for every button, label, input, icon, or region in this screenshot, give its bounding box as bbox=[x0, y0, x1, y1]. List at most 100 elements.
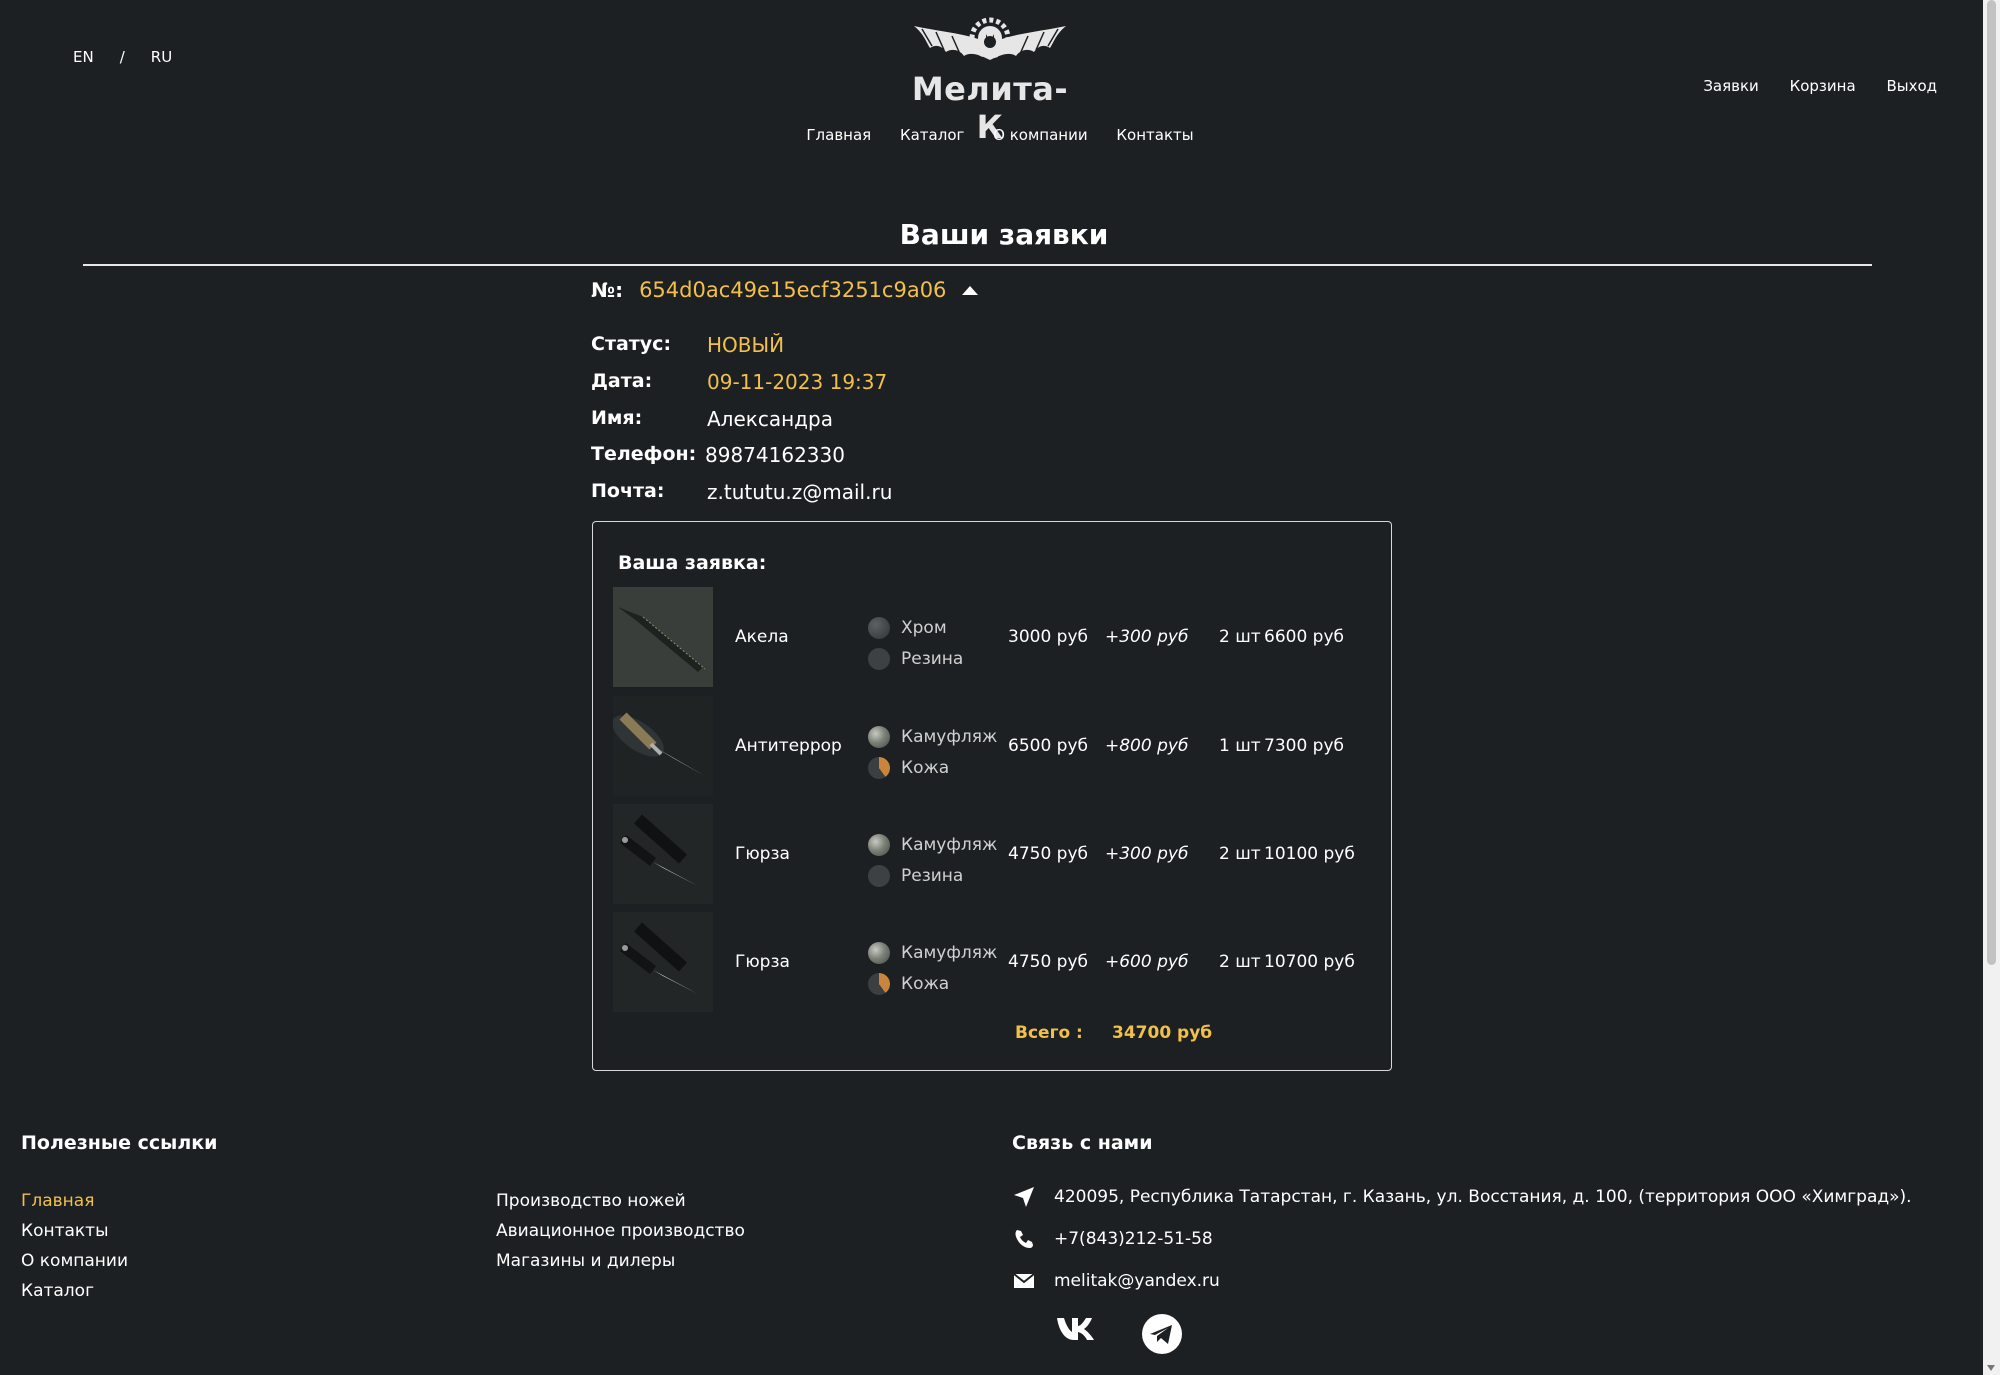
item-extra: +600 руб bbox=[1105, 952, 1189, 972]
name-label: Имя: bbox=[591, 407, 643, 429]
nav-cart[interactable]: Корзина bbox=[1790, 77, 1856, 95]
contact-email: melitak@yandex.ru bbox=[1012, 1269, 1220, 1293]
item-qty: 2 шт bbox=[1219, 627, 1261, 647]
lang-en-link[interactable]: EN bbox=[73, 48, 94, 66]
vk-icon[interactable] bbox=[1055, 1312, 1101, 1350]
footer-links-col2: Производство ножей Авиационное производс… bbox=[496, 1186, 745, 1276]
footer-links-title: Полезные ссылки bbox=[21, 1132, 218, 1154]
camo-swatch-icon bbox=[868, 833, 890, 856]
option-blade: Камуфляж bbox=[868, 829, 997, 860]
item-price: 3000 руб bbox=[1008, 627, 1089, 647]
option-label: Камуфляж bbox=[901, 942, 998, 963]
nav-logout[interactable]: Выход bbox=[1886, 77, 1937, 95]
footer-link-contacts[interactable]: Контакты bbox=[21, 1216, 128, 1246]
item-options: Камуфляж Кожа bbox=[868, 937, 997, 999]
item-price: 4750 руб bbox=[1008, 844, 1089, 864]
nav-home[interactable]: Главная bbox=[806, 126, 871, 144]
title-divider bbox=[83, 264, 1872, 266]
order-item: Гюрза Камуфляж Кожа 4750 руб +600 руб 2 … bbox=[613, 912, 1383, 1012]
chevron-up-icon[interactable] bbox=[962, 285, 979, 295]
item-sum: 10100 руб bbox=[1264, 844, 1355, 864]
product-image[interactable] bbox=[613, 587, 713, 687]
option-label: Камуфляж bbox=[901, 726, 998, 747]
email-value: z.tututu.z@mail.ru bbox=[707, 480, 893, 504]
order-item: Антитеррор Камуфляж Кожа 6500 руб +800 р… bbox=[613, 696, 1383, 796]
leather-swatch-icon bbox=[868, 972, 890, 995]
option-label: Резина bbox=[901, 648, 964, 669]
option-blade: Хром bbox=[868, 612, 963, 643]
product-image[interactable] bbox=[613, 804, 713, 904]
option-handle: Резина bbox=[868, 860, 997, 891]
status-value: НОВЫЙ bbox=[707, 333, 785, 357]
language-switcher: EN / RU bbox=[73, 48, 172, 66]
product-image[interactable] bbox=[613, 912, 713, 1012]
telegram-icon[interactable] bbox=[1141, 1313, 1183, 1359]
product-image[interactable] bbox=[613, 696, 713, 796]
camo-swatch-icon bbox=[868, 941, 890, 964]
total-value: 34700 руб bbox=[1112, 1023, 1213, 1043]
order-item: Гюрза Камуфляж Резина 4750 руб +300 руб … bbox=[613, 804, 1383, 904]
phone-label: Телефон: bbox=[591, 443, 697, 465]
option-label: Резина bbox=[901, 865, 964, 886]
item-extra: +800 руб bbox=[1105, 736, 1189, 756]
item-name: Гюрза bbox=[735, 952, 790, 972]
item-name: Антитеррор bbox=[735, 736, 842, 756]
site-logo[interactable]: Мелита-К bbox=[905, 14, 1075, 146]
nav-contacts[interactable]: Контакты bbox=[1116, 126, 1193, 144]
footer-link-knives[interactable]: Производство ножей bbox=[496, 1186, 745, 1216]
scroll-down-icon[interactable] bbox=[1987, 1365, 1995, 1371]
order-item: Акела Хром Резина 3000 руб +300 руб 2 шт… bbox=[613, 587, 1383, 687]
page-scrollbar[interactable] bbox=[1983, 0, 2000, 1375]
footer-contact-title: Связь с нами bbox=[1012, 1132, 1153, 1154]
contact-phone: +7(843)212-51-58 bbox=[1012, 1227, 1213, 1251]
phone-value: 89874162330 bbox=[705, 443, 845, 467]
order-number-toggle[interactable]: №: 654d0ac49e15ecf3251c9a06 bbox=[591, 278, 979, 302]
item-qty: 2 шт bbox=[1219, 952, 1261, 972]
nav-catalog[interactable]: Каталог bbox=[900, 126, 964, 144]
item-sum: 7300 руб bbox=[1264, 736, 1345, 756]
footer-link-about[interactable]: О компании bbox=[21, 1246, 128, 1276]
lang-separator: / bbox=[119, 48, 125, 66]
scrollbar-thumb[interactable] bbox=[1987, 0, 1996, 965]
nav-about[interactable]: О компании bbox=[993, 126, 1087, 144]
name-value: Александра bbox=[707, 407, 833, 431]
item-options: Хром Резина bbox=[868, 612, 963, 674]
user-nav: Заявки Корзина Выход bbox=[1677, 77, 1937, 95]
camo-swatch-icon bbox=[868, 725, 890, 748]
contact-address: 420095, Республика Татарстан, г. Казань,… bbox=[1012, 1185, 1912, 1209]
option-handle: Резина bbox=[868, 643, 963, 674]
footer-link-catalog[interactable]: Каталог bbox=[21, 1276, 128, 1306]
main-nav: Главная Каталог О компании Контакты bbox=[0, 126, 2000, 144]
phone-text[interactable]: +7(843)212-51-58 bbox=[1054, 1229, 1213, 1249]
option-handle: Кожа bbox=[868, 968, 997, 999]
order-number-label: №: bbox=[591, 278, 624, 302]
option-blade: Камуфляж bbox=[868, 937, 997, 968]
page-title: Ваши заявки bbox=[899, 218, 1109, 251]
email-label: Почта: bbox=[591, 480, 665, 502]
option-blade: Камуфляж bbox=[868, 721, 997, 752]
item-sum: 6600 руб bbox=[1264, 627, 1345, 647]
item-name: Гюрза bbox=[735, 844, 790, 864]
order-items-title: Ваша заявка: bbox=[618, 552, 767, 574]
chrome-swatch-icon bbox=[868, 616, 890, 639]
bat-logo-icon bbox=[914, 17, 1066, 60]
rubber-swatch-icon bbox=[868, 864, 890, 887]
date-value: 09-11-2023 19:37 bbox=[707, 370, 888, 394]
footer-link-home[interactable]: Главная bbox=[21, 1186, 128, 1216]
rubber-swatch-icon bbox=[868, 647, 890, 670]
item-qty: 2 шт bbox=[1219, 844, 1261, 864]
date-label: Дата: bbox=[591, 370, 653, 392]
footer-links-col1: Главная Контакты О компании Каталог bbox=[21, 1186, 128, 1306]
footer-link-dealers[interactable]: Магазины и дилеры bbox=[496, 1246, 745, 1276]
option-label: Хром bbox=[901, 617, 947, 638]
item-extra: +300 руб bbox=[1105, 844, 1189, 864]
nav-orders[interactable]: Заявки bbox=[1703, 77, 1758, 95]
footer-link-aviation[interactable]: Авиационное производство bbox=[496, 1216, 745, 1246]
phone-icon bbox=[1012, 1227, 1036, 1251]
status-label: Статус: bbox=[591, 333, 672, 355]
item-options: Камуфляж Кожа bbox=[868, 721, 997, 783]
email-text[interactable]: melitak@yandex.ru bbox=[1054, 1271, 1220, 1291]
lang-ru-link[interactable]: RU bbox=[151, 48, 172, 66]
item-sum: 10700 руб bbox=[1264, 952, 1355, 972]
order-items-box: Ваша заявка: Акела Хром Резина 3000 руб … bbox=[592, 521, 1392, 1071]
